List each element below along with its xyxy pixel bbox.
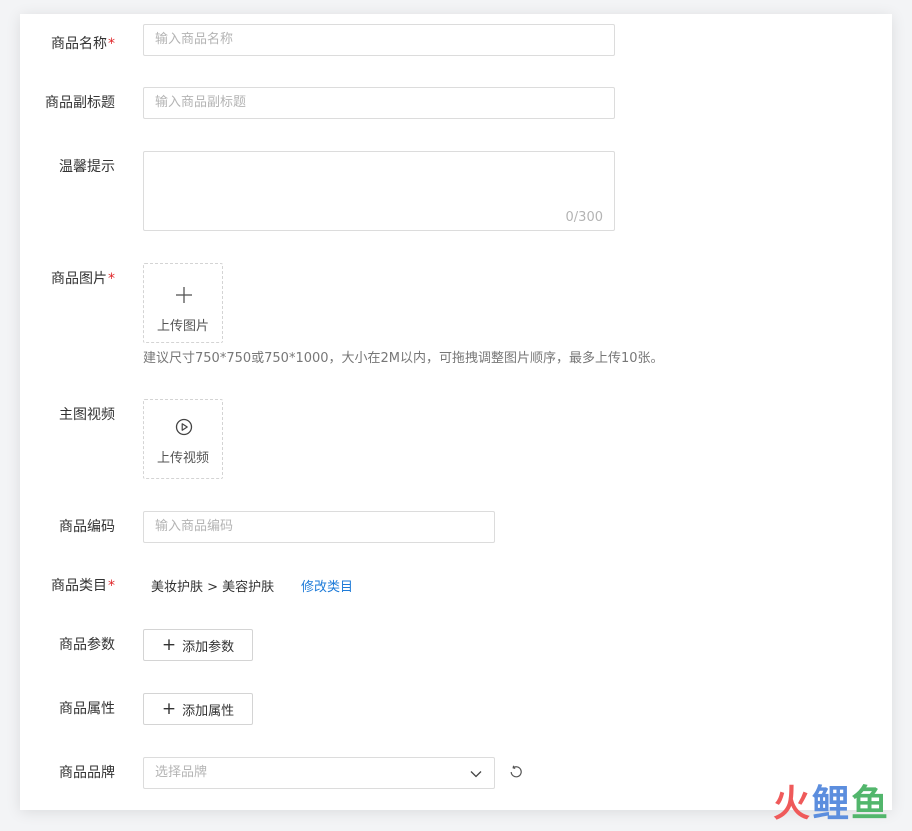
- attrs-label: 商品属性: [59, 701, 115, 717]
- watermark-logo: 火鲤鱼: [773, 782, 890, 825]
- add-attr-text: 添加属性: [182, 703, 235, 719]
- add-param-text: 添加参数: [182, 639, 235, 655]
- chevron-down-icon: [470, 771, 482, 778]
- char-counter: 0/300: [565, 210, 603, 225]
- category-value: 美妆护肤 > 美容护肤: [151, 580, 275, 595]
- product-form-panel: 商品名称* 输入商品名称 商品副标题 输入商品副标题 温馨提示 0/300 商品…: [20, 14, 892, 810]
- product-subtitle-label: 商品副标题: [45, 95, 115, 111]
- product-code-input[interactable]: 输入商品编码: [143, 511, 495, 543]
- required-mark: *: [108, 578, 115, 594]
- upload-image-button[interactable]: 上传图片: [143, 263, 223, 343]
- brand-label: 商品品牌: [59, 765, 115, 781]
- refresh-icon[interactable]: [508, 764, 524, 780]
- edit-category-link[interactable]: 修改类目: [301, 576, 353, 595]
- brand-select[interactable]: 选择品牌: [143, 757, 495, 789]
- required-mark: *: [108, 36, 115, 52]
- add-attr-button[interactable]: + 添加属性: [143, 693, 253, 725]
- brand-placeholder: 选择品牌: [155, 765, 208, 780]
- plus-icon: [176, 287, 192, 303]
- params-label: 商品参数: [59, 637, 115, 653]
- plus-icon: +: [161, 698, 177, 719]
- product-name-label: 商品名称*: [51, 36, 115, 52]
- upload-video-text: 上传视频: [156, 451, 209, 466]
- product-subtitle-input[interactable]: 输入商品副标题: [143, 87, 615, 119]
- add-param-button[interactable]: + 添加参数: [143, 629, 253, 661]
- image-hint: 建议尺寸750*750或750*1000，大小在2M以内，可拖拽调整图片顺序，最…: [143, 351, 664, 366]
- product-name-input[interactable]: 输入商品名称: [143, 24, 615, 56]
- category-label: 商品类目*: [51, 578, 115, 594]
- product-images-label: 商品图片*: [51, 271, 115, 287]
- upload-image-text: 上传图片: [156, 319, 209, 334]
- product-code-label: 商品编码: [59, 519, 115, 535]
- main-video-label: 主图视频: [59, 407, 115, 423]
- tips-textarea[interactable]: 0/300: [143, 151, 615, 231]
- plus-icon: +: [161, 634, 177, 655]
- play-circle-icon: [175, 418, 193, 436]
- required-mark: *: [108, 271, 115, 287]
- upload-video-button[interactable]: 上传视频: [143, 399, 223, 479]
- tips-label: 温馨提示: [59, 159, 115, 175]
